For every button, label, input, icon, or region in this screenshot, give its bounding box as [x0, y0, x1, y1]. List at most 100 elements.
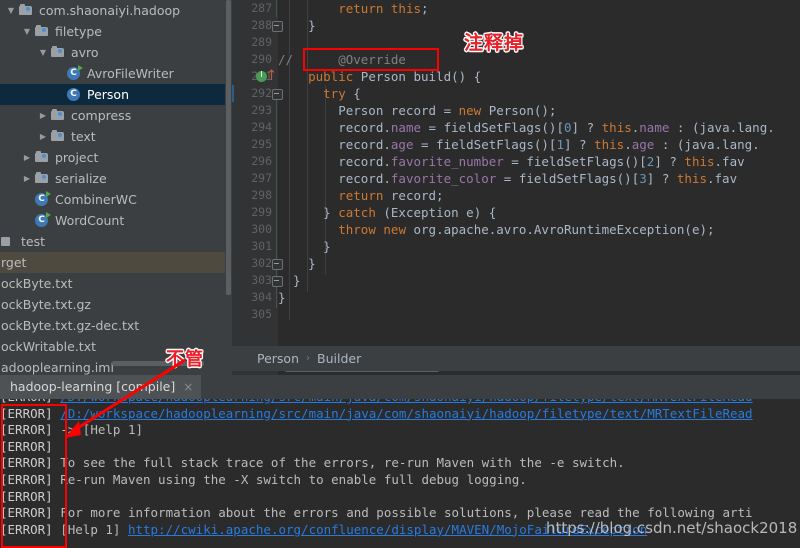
file-item-label: ockByte.txt [1, 276, 73, 291]
java-class-runnable-icon [34, 189, 51, 210]
sidebar-vertical-scrollbar[interactable] [225, 0, 232, 375]
tree-item-person[interactable]: Person [0, 84, 232, 105]
code-line[interactable]: // @Override [278, 51, 406, 68]
code-line[interactable]: return this; [278, 0, 428, 17]
file-item-label: ockByte.txt.gz [1, 297, 91, 312]
tree-item-text[interactable]: ▶ text [0, 126, 232, 147]
code-line[interactable]: return record; [278, 187, 443, 204]
chevron-right-icon[interactable]: ▶ [36, 105, 50, 126]
console-line[interactable]: [ERROR] To see the full stack trace of t… [0, 455, 625, 472]
breadcrumb[interactable]: Person › Builder [232, 346, 800, 371]
error-tag: [ERROR] [0, 422, 53, 438]
console-line[interactable]: [ERROR] [0, 489, 60, 506]
editor-gutter[interactable]: 2872882892902912922932942952962972982993… [232, 0, 283, 375]
code-line[interactable]: } [278, 255, 316, 272]
file-item-ockbyte-txt[interactable]: ockByte.txt [0, 273, 232, 294]
code-line[interactable]: public Person build() { [278, 68, 481, 85]
tree-item-label: CombinerWC [55, 192, 137, 207]
console-line[interactable]: [ERROR] [0, 439, 60, 456]
tree-item-label: Person [87, 87, 130, 102]
console-text: [Help 1] [60, 521, 128, 537]
code-line[interactable]: record.name = fieldSetFlags()[0] ? this.… [278, 119, 775, 136]
chevron-down-icon[interactable]: ▼ [36, 42, 50, 63]
code-line[interactable]: } catch (Exception e) { [278, 204, 496, 221]
tree-item-project[interactable]: ▶ project [0, 147, 232, 168]
console-text: To see the full stack trace of the error… [60, 455, 625, 471]
error-tag: [ERROR] [0, 488, 53, 504]
folder-icon [34, 168, 50, 189]
breadcrumb-item-class[interactable]: Person [257, 351, 299, 366]
tree-item-label: compress [71, 108, 132, 123]
code-editor[interactable]: 2872882892902912922932942952962972982993… [232, 0, 800, 375]
folder-icon [34, 21, 50, 42]
code-line[interactable]: } [278, 289, 286, 306]
line-number-302: 302 [251, 256, 272, 270]
folder-icon [50, 42, 66, 63]
tree-item-combinerwc[interactable]: CombinerWC [0, 189, 232, 210]
tree-item-label: filetype [55, 24, 102, 39]
line-number-293: 293 [251, 103, 272, 117]
annotation-arrow [65, 358, 186, 438]
tree-item-avrofilewriter[interactable]: AvroFileWriter [0, 63, 232, 84]
chevron-down-icon[interactable]: ▼ [20, 21, 34, 42]
top-area: ▼ com.shaonaiyi.hadoop ▼ filetype ▼ avro AvroF… [0, 0, 800, 375]
file-item-label: rget [1, 255, 27, 270]
module-icon [0, 231, 16, 252]
tree-item-serialize[interactable]: ▶ serialize [0, 168, 232, 189]
file-item-rget[interactable]: rget [0, 252, 232, 273]
line-number-294: 294 [251, 120, 272, 134]
sidebar-vertical-scroll-thumb[interactable] [226, 0, 231, 295]
code-line[interactable]: record.favorite_color = fieldSetFlags()[… [278, 170, 737, 187]
chevron-right-icon[interactable]: ▶ [36, 126, 50, 147]
editor-text-area[interactable]: return this; } // @Override public Person… [278, 0, 800, 375]
tree-item-com-shaonaiyi-hadoop[interactable]: ▼ com.shaonaiyi.hadoop [0, 0, 232, 21]
code-line[interactable]: } [278, 272, 301, 289]
code-line[interactable]: Person record = new Person(); [278, 102, 556, 119]
tree-item-label: avro [71, 45, 99, 60]
line-number-300: 300 [251, 222, 272, 236]
file-item-label: ockByte.txt.gz-dec.txt [1, 318, 140, 333]
gutter-markers-line-291[interactable] [232, 68, 278, 85]
code-line[interactable]: record.favorite_number = fieldSetFlags()… [278, 153, 744, 170]
chevron-down-icon[interactable]: ▼ [4, 0, 18, 21]
code-line[interactable]: throw new org.apache.avro.AvroRuntimeExc… [278, 221, 714, 238]
tree-item-filetype[interactable]: ▼ filetype [0, 21, 232, 42]
watermark: https://blog.csdn.net/shaock2018 [546, 519, 798, 537]
line-number-287: 287 [251, 1, 272, 15]
error-tag: [ERROR] [0, 405, 53, 421]
line-number-299: 299 [251, 205, 272, 219]
java-class-icon [66, 84, 82, 105]
error-tag: [ERROR] [0, 505, 53, 521]
project-tree-panel[interactable]: ▼ com.shaonaiyi.hadoop ▼ filetype ▼ avro AvroF… [0, 0, 232, 375]
tree-item-label: serialize [55, 171, 107, 186]
line-number-292: 292 [251, 86, 272, 100]
file-item-test[interactable]: test [0, 231, 232, 252]
code-line[interactable]: } [278, 17, 316, 34]
breadcrumb-item-builder[interactable]: Builder [317, 351, 361, 366]
run-method-icon[interactable] [256, 70, 267, 82]
implements-override-icon[interactable] [268, 69, 275, 81]
fold-guide [276, 0, 277, 17]
project-tree[interactable]: ▼ com.shaonaiyi.hadoop ▼ filetype ▼ avro AvroF… [0, 0, 232, 231]
line-number-295: 295 [251, 137, 272, 151]
java-class-runnable-icon [66, 63, 83, 84]
file-item-ockbyte-txt-gz[interactable]: ockByte.txt.gz [0, 294, 232, 315]
tree-item-label: WordCount [55, 213, 125, 228]
tree-item-compress[interactable]: ▶ compress [0, 105, 232, 126]
chevron-right-icon[interactable]: ▶ [20, 168, 34, 189]
code-line[interactable]: record.age = fieldSetFlags()[1] ? this.a… [278, 136, 759, 153]
error-tag: [ERROR] [0, 455, 53, 471]
file-item-ockbyte-txt-gz-dec-txt[interactable]: ockByte.txt.gz-dec.txt [0, 315, 232, 336]
line-number-301: 301 [251, 239, 272, 253]
code-line[interactable]: } [278, 238, 331, 255]
console-text: Re-run Maven using the -X switch to enab… [60, 472, 527, 487]
folder-icon [50, 105, 66, 126]
tree-item-avro[interactable]: ▼ avro [0, 42, 232, 63]
console-line[interactable]: [ERROR] Re-run Maven using the -X switch… [0, 472, 527, 489]
code-line[interactable]: try { [278, 85, 361, 102]
chevron-right-icon[interactable]: ▶ [20, 147, 34, 168]
tree-item-label: project [55, 150, 99, 165]
line-number-290: 290 [251, 52, 272, 66]
tree-item-wordcount[interactable]: WordCount [0, 210, 232, 231]
line-number-296: 296 [251, 154, 272, 168]
